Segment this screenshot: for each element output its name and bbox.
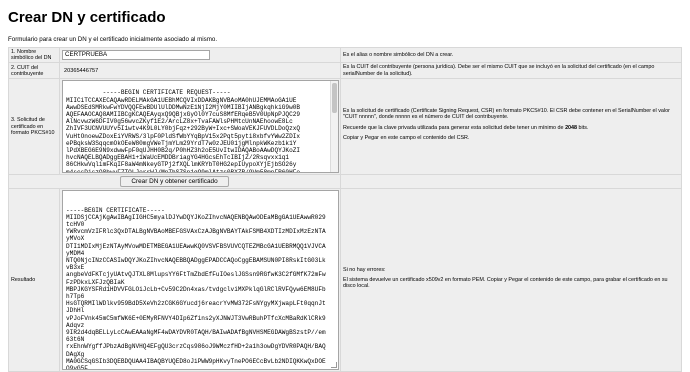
cuit-value: 20365446757: [64, 67, 99, 74]
row-result: Resultado -----BEGIN CERTIFICATE----- MI…: [8, 188, 682, 372]
csr-help-keysize-post: bits.: [577, 124, 589, 131]
csr-help-keysize-bits: 2048: [565, 124, 578, 131]
cuit-help: Es la CUIT del contribuyente (persona ju…: [340, 62, 682, 80]
result-resize-grip[interactable]: [331, 362, 337, 369]
dn-name-help: Es el alias o nombre simbólico del DN a …: [340, 46, 682, 64]
result-help: Si no hay errores: El sistema devuelve u…: [340, 188, 682, 372]
csr-text: -----BEGIN CERTIFICATE REQUEST----- MIIC…: [66, 89, 301, 174]
page-title: Crear DN y certificado: [8, 9, 166, 26]
csr-help-keysize: Recuerde que la clave privada utilizada …: [343, 125, 679, 131]
result-help-desc: El sistema devuelve un certificado x509v…: [343, 277, 668, 290]
csr-help: Es la solicitud de certificado (Certific…: [340, 78, 682, 176]
submit-help-empty: [340, 174, 682, 190]
page-subtitle: Formulario para crear un DN y el certifi…: [8, 36, 218, 43]
row-cuit: 2. CUIT del contribuyente 20365446757 Es…: [8, 62, 682, 80]
csr-textarea[interactable]: -----BEGIN CERTIFICATE REQUEST----- MIIC…: [62, 80, 339, 174]
csr-label: 3. Solicitud de certificado en formato P…: [8, 78, 60, 176]
result-label: Resultado: [8, 188, 60, 372]
row-dn-name: 1. Nombre simbólico del DN CERTPRUEBA Es…: [8, 46, 682, 64]
page: Crear DN y certificado Formulario para c…: [0, 0, 690, 372]
row-csr: 3. Solicitud de certificado en formato P…: [8, 78, 682, 176]
submit-cell: Crear DN y obtener certificado: [8, 174, 341, 190]
result-help-ok: Si no hay errores:: [343, 266, 386, 273]
csr-help-keysize-pre: Recuerde que la clave privada utilizada …: [343, 124, 566, 131]
csr-cell: -----BEGIN CERTIFICATE REQUEST----- MIIC…: [59, 78, 341, 176]
row-submit: Crear DN y obtener certificado: [8, 174, 682, 190]
cuit-label: 2. CUIT del contribuyente: [8, 62, 60, 80]
result-cell: -----BEGIN CERTIFICATE----- MIIDSjCCAjKg…: [59, 188, 341, 372]
csr-scrollbar[interactable]: [330, 81, 338, 173]
result-text: -----BEGIN CERTIFICATE----- MIIDSjCCAjKg…: [66, 206, 326, 371]
dn-name-label: 1. Nombre simbólico del DN: [8, 46, 60, 64]
create-dn-button[interactable]: Crear DN y obtener certificado: [120, 176, 229, 188]
dn-name-cell: CERTPRUEBA: [59, 46, 341, 64]
csr-help-desc: Es la solicitud de certificado (Certific…: [343, 107, 670, 121]
csr-help-paste: Copiar y Pegar en este campo el contenid…: [343, 135, 470, 142]
result-textarea[interactable]: -----BEGIN CERTIFICATE----- MIIDSjCCAjKg…: [62, 190, 339, 371]
csr-scroll-thumb[interactable]: [332, 83, 337, 114]
cuit-cell: 20365446757: [59, 62, 341, 80]
dn-name-input[interactable]: CERTPRUEBA: [62, 50, 210, 61]
dn-form: 1. Nombre simbólico del DN CERTPRUEBA Es…: [8, 46, 682, 372]
